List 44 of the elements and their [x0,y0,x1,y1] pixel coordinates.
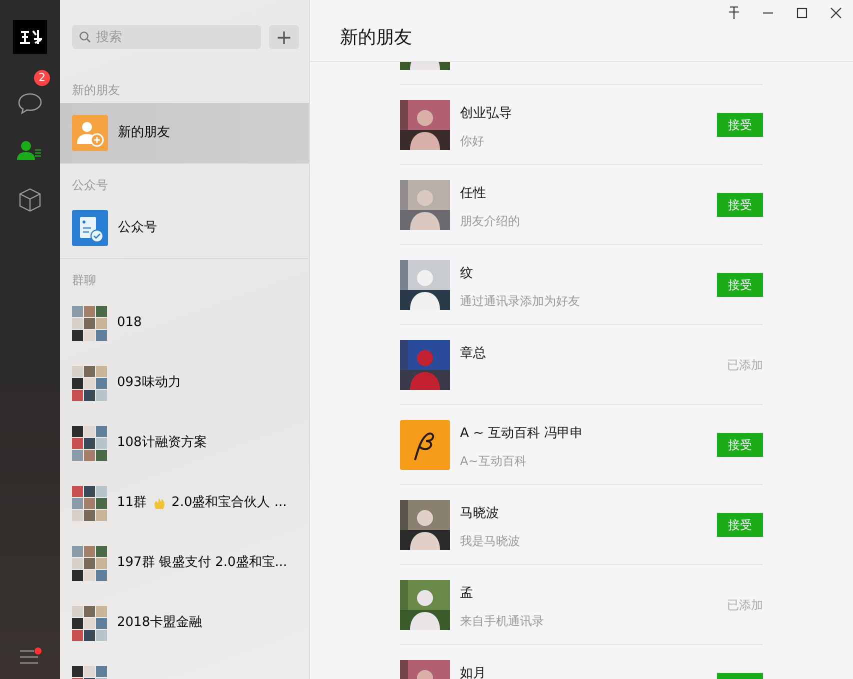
contact-name: 公众号 [118,219,157,238]
official-account-icon [72,210,108,246]
contact-name: 197群 银盛支付 2.0盛和宝... [117,554,288,572]
contact-item[interactable]: 11群 2.0盛和宝合伙人 ... [60,473,309,533]
contact-name: 孟 [460,585,474,603]
contact-item[interactable]: 2018卡盟金融 [60,593,309,653]
contact-name: 11群 [117,494,147,512]
contact-name: 093味动力 [117,374,181,392]
request-message: 我是马晓波 [460,532,521,550]
request-message: 通过通讯录添加为好友 [460,292,581,310]
contact-item[interactable]: 新的朋友 [60,103,309,163]
request-message: 朋友介绍的 [460,212,521,230]
contact-name: 2018卡盟金融 [117,614,202,632]
contact-name: 纹 [460,265,474,283]
request-message: 你好 [460,132,485,150]
contact-name: 如月 [460,665,487,679]
contact-item[interactable]: 018 [60,293,309,353]
request-message: A~互动百科 [460,452,528,470]
logo-icon [400,420,450,470]
contact-item[interactable]: 197群 银盛支付 2.0盛和宝... [60,533,309,593]
request-message: 来自手机通讯录 [460,612,545,630]
added-status: 已添加 [727,596,763,614]
section-header: 公众号 [71,177,109,194]
contact-name: 任性 [460,185,487,203]
section-header: 新的朋友 [71,82,121,99]
contact-name: 新的朋友 [118,124,170,142]
contact-name: 2.0盛和宝合伙人 ... [172,494,287,512]
page-title: 新的朋友 [339,26,413,50]
contact-name: 马晓波 [460,505,500,523]
section-header: 群聊 [71,272,97,289]
contact-name: 章总 [460,345,487,363]
contact-item[interactable]: 公众号 [60,198,309,258]
contact-name: 018 [117,314,142,332]
added-status: 已添加 [727,356,763,374]
contact-item[interactable]: 108计融资方案 [60,413,309,473]
contact-name: 创业弘导 [460,105,513,123]
search-field[interactable]: 搜索 [72,25,261,49]
add-friend-icon [72,115,108,151]
contact-name: A ~ 互动百科 冯甲申 [460,425,584,443]
contact-name: 108计融资方案 [117,434,207,452]
add-button[interactable]: + [269,25,299,49]
contact-item[interactable]: 093味动力 [60,353,309,413]
unread-badge: 2 [34,70,50,86]
menu-icon[interactable] [18,647,42,665]
